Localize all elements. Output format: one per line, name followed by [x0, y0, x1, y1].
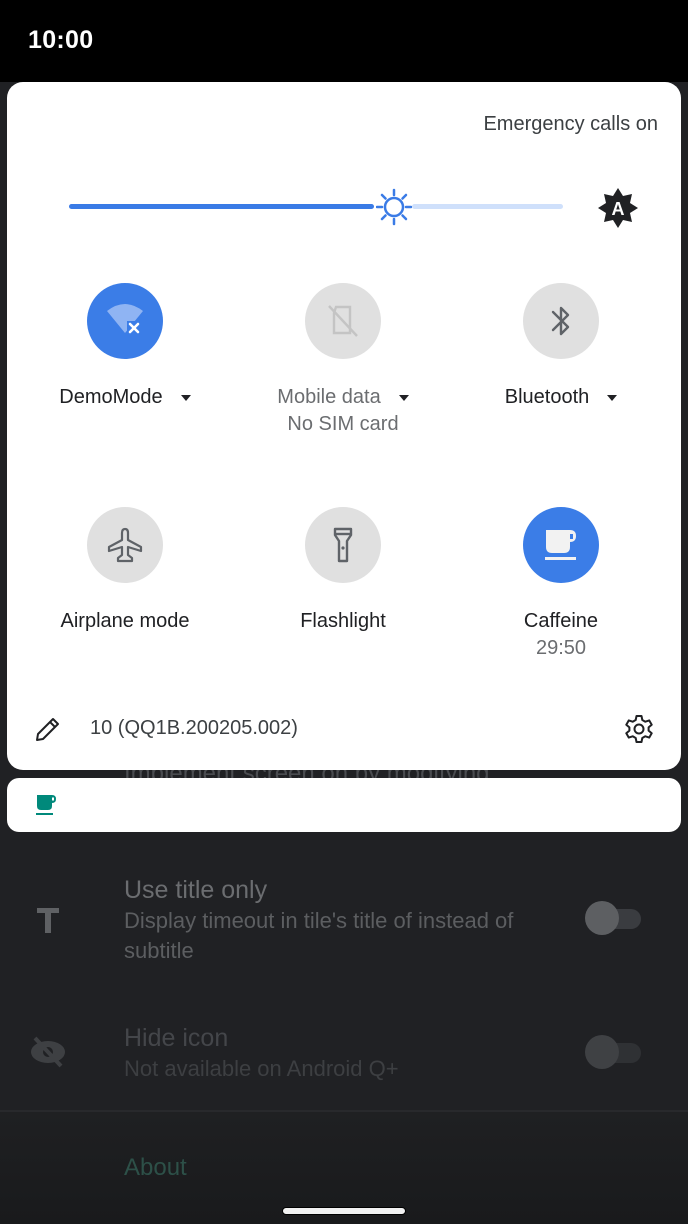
- bluetooth-icon[interactable]: [523, 283, 599, 359]
- svg-text:A: A: [612, 199, 625, 219]
- carrier-text: Emergency calls on: [483, 113, 658, 135]
- tile-demomode[interactable]: DemoMode: [25, 283, 225, 411]
- dropdown-caret-icon[interactable]: [607, 395, 618, 401]
- eye-off-icon: [28, 1032, 68, 1072]
- brightness-track: [412, 204, 563, 209]
- setting-title: Hide icon: [124, 1024, 229, 1052]
- status-bar: 10:00: [0, 0, 688, 82]
- setting-subtitle: Display timeout in tile's title of inste…: [124, 908, 514, 963]
- gear-icon[interactable]: [623, 713, 655, 745]
- caffeine-notification[interactable]: [7, 778, 681, 832]
- flashlight-icon[interactable]: [305, 507, 381, 583]
- about-link[interactable]: About: [124, 1154, 187, 1182]
- tile-flashlight[interactable]: Flashlight: [243, 507, 443, 635]
- tile-label: Airplane mode: [60, 609, 190, 632]
- text-t-icon: [28, 900, 68, 940]
- wifi-off-icon[interactable]: [87, 283, 163, 359]
- hide-icon-toggle[interactable]: [585, 1035, 643, 1069]
- clock: 10:00: [28, 26, 94, 54]
- no-sim-icon[interactable]: [305, 283, 381, 359]
- dropdown-caret-icon[interactable]: [398, 395, 409, 401]
- tile-bluetooth[interactable]: Bluetooth: [461, 283, 661, 411]
- coffee-cup-icon[interactable]: [523, 507, 599, 583]
- setting-subtitle: Not available on Android Q+: [124, 1056, 399, 1081]
- tile-airplane-mode[interactable]: Airplane mode: [25, 507, 225, 635]
- airplane-icon[interactable]: [87, 507, 163, 583]
- tile-subtitle: No SIM card: [287, 413, 399, 435]
- tile-subtitle: 29:50: [535, 637, 587, 659]
- tile-label: DemoMode: [59, 385, 163, 408]
- coffee-cup-icon: [35, 793, 59, 817]
- tile-label: Caffeine: [523, 609, 599, 632]
- sun-icon[interactable]: [375, 188, 413, 226]
- tile-mobile-data[interactable]: Mobile data No SIM card: [243, 283, 443, 437]
- auto-brightness-icon[interactable]: A: [597, 187, 639, 229]
- brightness-fill: [69, 204, 374, 209]
- build-number[interactable]: 10 (QQ1B.200205.002): [90, 717, 298, 740]
- tile-label: Bluetooth: [504, 385, 590, 408]
- use-title-only-toggle[interactable]: [585, 901, 643, 935]
- pencil-icon[interactable]: [33, 714, 63, 744]
- navigation-handle[interactable]: [282, 1207, 406, 1215]
- dropdown-caret-icon[interactable]: [180, 395, 191, 401]
- tile-label: Flashlight: [300, 609, 386, 632]
- tile-caffeine[interactable]: Caffeine 29:50: [461, 507, 661, 661]
- setting-title: Use title only: [124, 876, 268, 904]
- brightness-slider[interactable]: [69, 188, 563, 226]
- tile-label: Mobile data: [277, 385, 381, 408]
- quick-settings-panel: Emergency calls on A DemoMode Mobile dat…: [7, 82, 681, 770]
